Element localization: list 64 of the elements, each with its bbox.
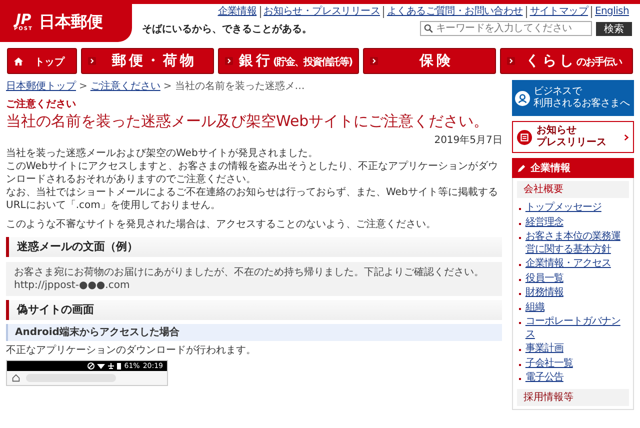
banner-text: プレスリリース bbox=[536, 137, 608, 149]
header-link[interactable]: English bbox=[590, 6, 632, 18]
sidebar-link[interactable]: お客さま本位の業務運営に関する基本方針 bbox=[525, 231, 627, 256]
body-text: 当社を装った迷惑メールおよび架空のWebサイトが発見されました。 bbox=[6, 146, 319, 160]
header-link[interactable]: お知らせ・プレスリリース bbox=[260, 6, 383, 18]
nav-button[interactable]: 保険 bbox=[363, 48, 496, 74]
logo-text: 日本郵便 bbox=[38, 12, 103, 32]
body-text: このWebサイトにアクセスしますと、お客さまの情報を盗み出そうとしたり、不正なアプリケーションがダウンロードされるおそれがありますのでご注意ください。 bbox=[6, 160, 499, 186]
news-banner[interactable]: お知らせ プレスリリース bbox=[512, 121, 634, 153]
date: 2019年5月7日 bbox=[433, 134, 502, 146]
chevron-icon bbox=[224, 57, 233, 65]
header-link[interactable]: よくあるご質問・お問い合わせ bbox=[382, 6, 526, 18]
home-icon bbox=[14, 56, 23, 66]
home-icon bbox=[12, 374, 20, 382]
page-title: 当社の名前を装った迷惑メール及び架空Webサイトにご注意ください。 bbox=[6, 112, 490, 132]
pen-icon bbox=[517, 164, 526, 172]
chevron-icon bbox=[370, 57, 378, 65]
chevron-icon bbox=[88, 57, 96, 65]
nav-button[interactable]: 銀行(貯金、投資信託等) bbox=[218, 48, 360, 74]
sidebar-link[interactable]: 子会社一覧 bbox=[525, 358, 573, 370]
banner-text: お知らせ bbox=[536, 125, 578, 136]
chevron-icon bbox=[624, 134, 629, 140]
corporate-heading: 企業情報 bbox=[530, 162, 570, 175]
subsection-heading: Android端末からアクセスした場合 bbox=[6, 324, 502, 342]
sidebar-link[interactable]: 事業計画 bbox=[525, 343, 564, 356]
tagline: そばにいるから、できることがある。 bbox=[142, 22, 312, 36]
section-heading: 迷惑メールの文面（例） bbox=[6, 236, 502, 257]
sidebar-link[interactable]: 組織 bbox=[525, 302, 544, 314]
breadcrumb-separator: > bbox=[163, 80, 172, 93]
sidebar-link[interactable]: 役員一覧 bbox=[525, 272, 564, 285]
breadcrumb-link[interactable]: ご注意ください bbox=[90, 80, 160, 93]
business-banner[interactable]: ビジネスで 利用されるお客さまへ bbox=[512, 80, 634, 116]
sidebar-link[interactable]: 財務情報 bbox=[525, 287, 564, 300]
sidebar-heading: 会社概要 bbox=[517, 181, 629, 198]
body-text: 不正なアプリケーションのダウンロードが行われます。 bbox=[6, 344, 257, 358]
breadcrumb-separator: > bbox=[79, 80, 88, 93]
nav-button[interactable]: トップ bbox=[7, 48, 77, 74]
sidebar-link[interactable]: トップメッセージ bbox=[525, 202, 602, 214]
nav-button[interactable]: 郵便・荷物 bbox=[81, 48, 214, 74]
header-link[interactable]: 企業情報 bbox=[214, 6, 260, 18]
search-field[interactable]: キーワードを入力してください bbox=[420, 21, 592, 36]
sidebar-link[interactable]: コーポレートガバナンス bbox=[525, 316, 627, 341]
sidebar-link[interactable]: 電子公告 bbox=[525, 372, 564, 384]
banner-text: ビジネスで bbox=[533, 86, 583, 98]
mail-example-text: お客さま宛にお荷物のお届けにあがりましたが、不在のため持ち帰りました。下記よりご確認ください。 bbox=[14, 266, 485, 279]
sidebar-heading: 採用情報等 bbox=[517, 388, 629, 406]
header-link[interactable]: サイトマップ bbox=[526, 6, 591, 18]
logo-mark: JP bbox=[16, 12, 32, 26]
search-button[interactable]: 検索 bbox=[596, 22, 632, 36]
mail-example-text: http://jppost-●●●.com bbox=[14, 278, 131, 292]
sidebar-link[interactable]: 経営理念 bbox=[525, 216, 564, 229]
breadcrumb-link[interactable]: 日本郵便トップ bbox=[6, 80, 76, 93]
body-text: なお、当社ではショートメールによるご不在連絡のお知らせは行っておらず、また、Webサイト等に掲載するURLにおいて「.com」を使用しておりません。 bbox=[6, 186, 499, 212]
newspaper-icon bbox=[517, 130, 532, 144]
person-icon bbox=[515, 90, 530, 106]
chevron-icon bbox=[507, 57, 516, 65]
banner-text: 利用されるお客さまへ bbox=[533, 98, 630, 110]
search-icon bbox=[424, 24, 433, 33]
breadcrumb-current: 当社の名前を装った迷惑メ… bbox=[174, 80, 305, 93]
sidebar-link[interactable]: 企業情報・アクセス bbox=[525, 258, 611, 270]
section-heading: 偽サイトの画面 bbox=[6, 300, 502, 320]
nav-button[interactable]: くらし のお手伝い bbox=[500, 48, 633, 74]
body-text: このような不審なサイトを発見された場合は、アクセスすることのないよう、ご注意ください。 bbox=[6, 218, 437, 230]
category-label: ご注意ください bbox=[6, 98, 77, 111]
